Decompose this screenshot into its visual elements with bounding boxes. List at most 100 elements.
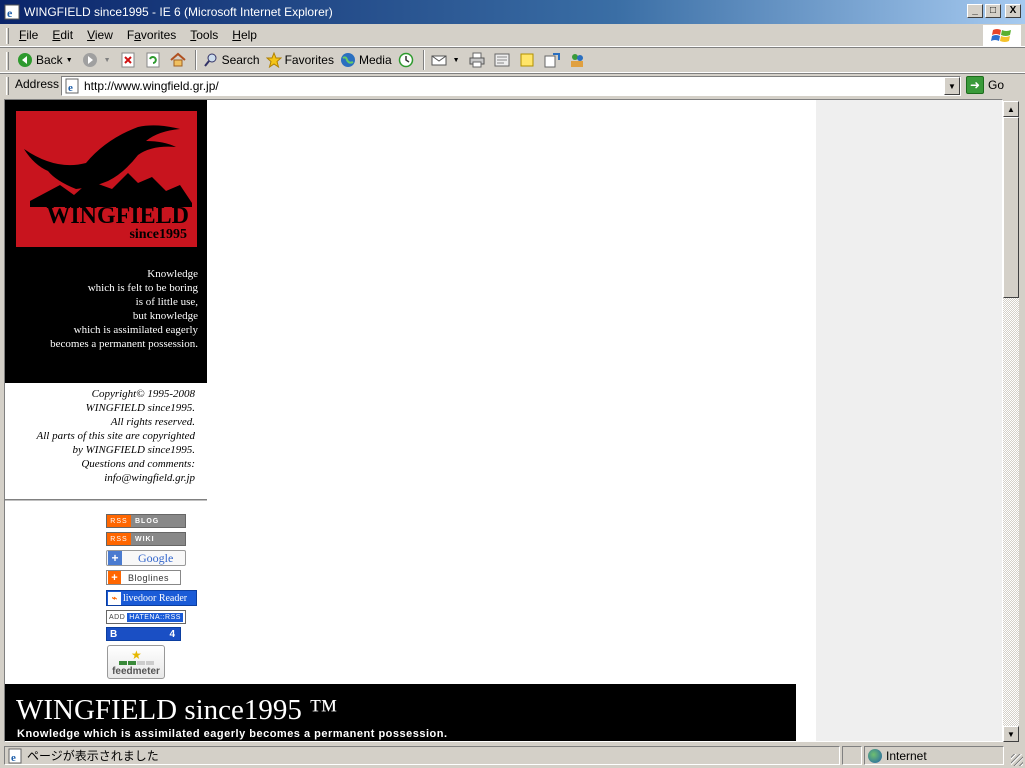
- feedmeter-badge[interactable]: ★ feedmeter: [107, 645, 165, 679]
- forward-button[interactable]: ▼: [79, 49, 117, 71]
- search-label: Search: [221, 53, 260, 67]
- bookmark-b-icon: B: [110, 628, 118, 640]
- menu-tools[interactable]: Tools: [183, 28, 225, 42]
- rss-wiki-badge[interactable]: RSS WIKI: [106, 532, 186, 546]
- resize-grip-icon[interactable]: [1011, 754, 1023, 766]
- quote-line: but knowledge: [132, 310, 198, 322]
- toolbar-separator: [194, 50, 197, 70]
- bloglines-label: Bloglines: [128, 572, 170, 583]
- ie-page-icon: e: [8, 748, 22, 764]
- title-bar[interactable]: e WINGFIELD since1995 - IE 6 (Microsoft …: [0, 0, 1025, 24]
- rss-blog-badge[interactable]: RSS BLOG: [106, 514, 186, 528]
- quote-line: which is felt to be boring: [87, 282, 198, 294]
- address-input[interactable]: e http://www.wingfield.gr.jp/ ▼: [61, 76, 961, 96]
- address-dropdown-icon[interactable]: ▼: [944, 77, 960, 95]
- forward-dropdown-icon[interactable]: ▼: [104, 57, 111, 64]
- menu-favorites[interactable]: Favorites: [120, 28, 183, 42]
- messenger-icon: [569, 52, 585, 68]
- copyright-notice: Copyright© 1995-2008 WINGFIELD since1995…: [5, 387, 195, 485]
- minimize-button[interactable]: _: [967, 4, 983, 18]
- stop-button[interactable]: [117, 49, 142, 71]
- address-bar: Address e http://www.wingfield.gr.jp/ ▼ …: [0, 73, 1025, 97]
- menu-view[interactable]: View: [80, 28, 120, 42]
- status-bar: e ページが表示されました Internet: [0, 744, 1025, 768]
- close-button[interactable]: X: [1005, 4, 1021, 18]
- menu-file[interactable]: File: [12, 28, 45, 42]
- mail-dropdown-icon[interactable]: ▼: [453, 57, 460, 64]
- feedmeter-label: feedmeter: [112, 666, 160, 677]
- print-button[interactable]: [466, 49, 491, 71]
- media-globe-icon: [340, 52, 356, 68]
- minimize-icon: _: [972, 5, 978, 16]
- toolbar-grip[interactable]: [6, 28, 9, 44]
- quote-line: Knowledge: [147, 268, 198, 280]
- toolbar-separator: [422, 50, 425, 70]
- quote-line: which is assimilated eagerly: [73, 324, 198, 336]
- meter-bar: [145, 661, 154, 665]
- refresh-button[interactable]: [142, 49, 167, 71]
- contact-email-link[interactable]: info@wingfield.gr.jp: [5, 471, 195, 485]
- research-icon: [544, 52, 560, 68]
- note-icon: [519, 52, 535, 68]
- google-label: Google: [138, 550, 174, 565]
- favorites-button[interactable]: Favorites: [263, 49, 337, 71]
- wingfield-logo[interactable]: WINGFIELD since1995: [16, 111, 197, 247]
- bloglines-badge[interactable]: + Bloglines: [106, 570, 181, 585]
- copyright-line: WINGFIELD since1995.: [85, 402, 195, 414]
- blog-label: BLOG: [131, 515, 185, 527]
- hatena-rss-badge[interactable]: ADD HATENA::RSS: [106, 610, 186, 624]
- toolbar-grip[interactable]: [6, 77, 9, 95]
- window-controls: _ □ X: [967, 4, 1021, 18]
- go-button[interactable]: ➜ Go: [966, 76, 1004, 94]
- status-cell: [842, 746, 862, 765]
- search-button[interactable]: Search: [200, 49, 263, 71]
- bookmark-count: 4: [169, 628, 175, 640]
- maximize-button[interactable]: □: [985, 4, 1001, 18]
- home-icon: [169, 52, 186, 68]
- messenger-button[interactable]: [566, 49, 591, 71]
- ie-page-icon: e: [65, 78, 79, 94]
- livedoor-reader-badge[interactable]: ⌁ livedoor Reader: [106, 590, 197, 606]
- copyright-line: Questions and comments:: [81, 458, 195, 470]
- history-button[interactable]: [395, 49, 420, 71]
- copyright-line: Copyright© 1995-2008: [91, 388, 195, 400]
- edit-button[interactable]: [491, 49, 516, 71]
- page-viewport[interactable]: WINGFIELD since1995 Knowledge which is f…: [4, 99, 1003, 742]
- arrow-up-icon: ▲: [1007, 104, 1015, 114]
- menu-edit[interactable]: Edit: [45, 28, 80, 42]
- section-divider: [5, 499, 207, 501]
- hatena-label: HATENA::RSS: [127, 612, 183, 622]
- svg-text:e: e: [11, 752, 16, 764]
- toolbar-grip[interactable]: [6, 52, 9, 70]
- research-button[interactable]: [541, 49, 566, 71]
- edit-document-icon: [494, 52, 510, 68]
- mail-button[interactable]: ▼: [428, 49, 466, 71]
- back-button[interactable]: Back ▼: [14, 49, 79, 71]
- ie-page-icon: e: [4, 4, 20, 20]
- logo-since: since1995: [129, 227, 187, 242]
- menu-help[interactable]: Help: [225, 28, 264, 42]
- add-label: ADD: [109, 613, 126, 621]
- add-to-google-badge[interactable]: + Google: [106, 550, 186, 566]
- plus-icon: +: [108, 571, 121, 584]
- media-button[interactable]: Media: [337, 49, 395, 71]
- scroll-down-button[interactable]: ▼: [1003, 726, 1019, 742]
- vertical-scrollbar[interactable]: ▲ ▼: [1003, 101, 1019, 742]
- security-zone[interactable]: Internet: [864, 746, 1004, 765]
- logo-wordmark: WINGFIELD: [46, 203, 189, 229]
- copyright-line: All parts of this site are copyrighted: [36, 430, 195, 442]
- discuss-button[interactable]: [516, 49, 541, 71]
- menu-bar: File Edit View Favorites Tools Help: [0, 24, 1025, 47]
- home-button[interactable]: [167, 49, 192, 71]
- scroll-thumb[interactable]: [1003, 117, 1019, 298]
- go-label: Go: [988, 78, 1005, 92]
- back-dropdown-icon[interactable]: ▼: [66, 57, 73, 64]
- media-label: Media: [358, 53, 392, 67]
- windows-logo-icon: [983, 25, 1021, 47]
- status-text: ページが表示されました: [27, 749, 159, 763]
- internet-globe-icon: [868, 748, 882, 763]
- site-title: WINGFIELD since1995 ™: [16, 694, 338, 726]
- hatena-bookmark-badge[interactable]: B 4: [106, 627, 181, 641]
- scroll-up-button[interactable]: ▲: [1003, 101, 1019, 117]
- wiki-label: WIKI: [131, 533, 185, 545]
